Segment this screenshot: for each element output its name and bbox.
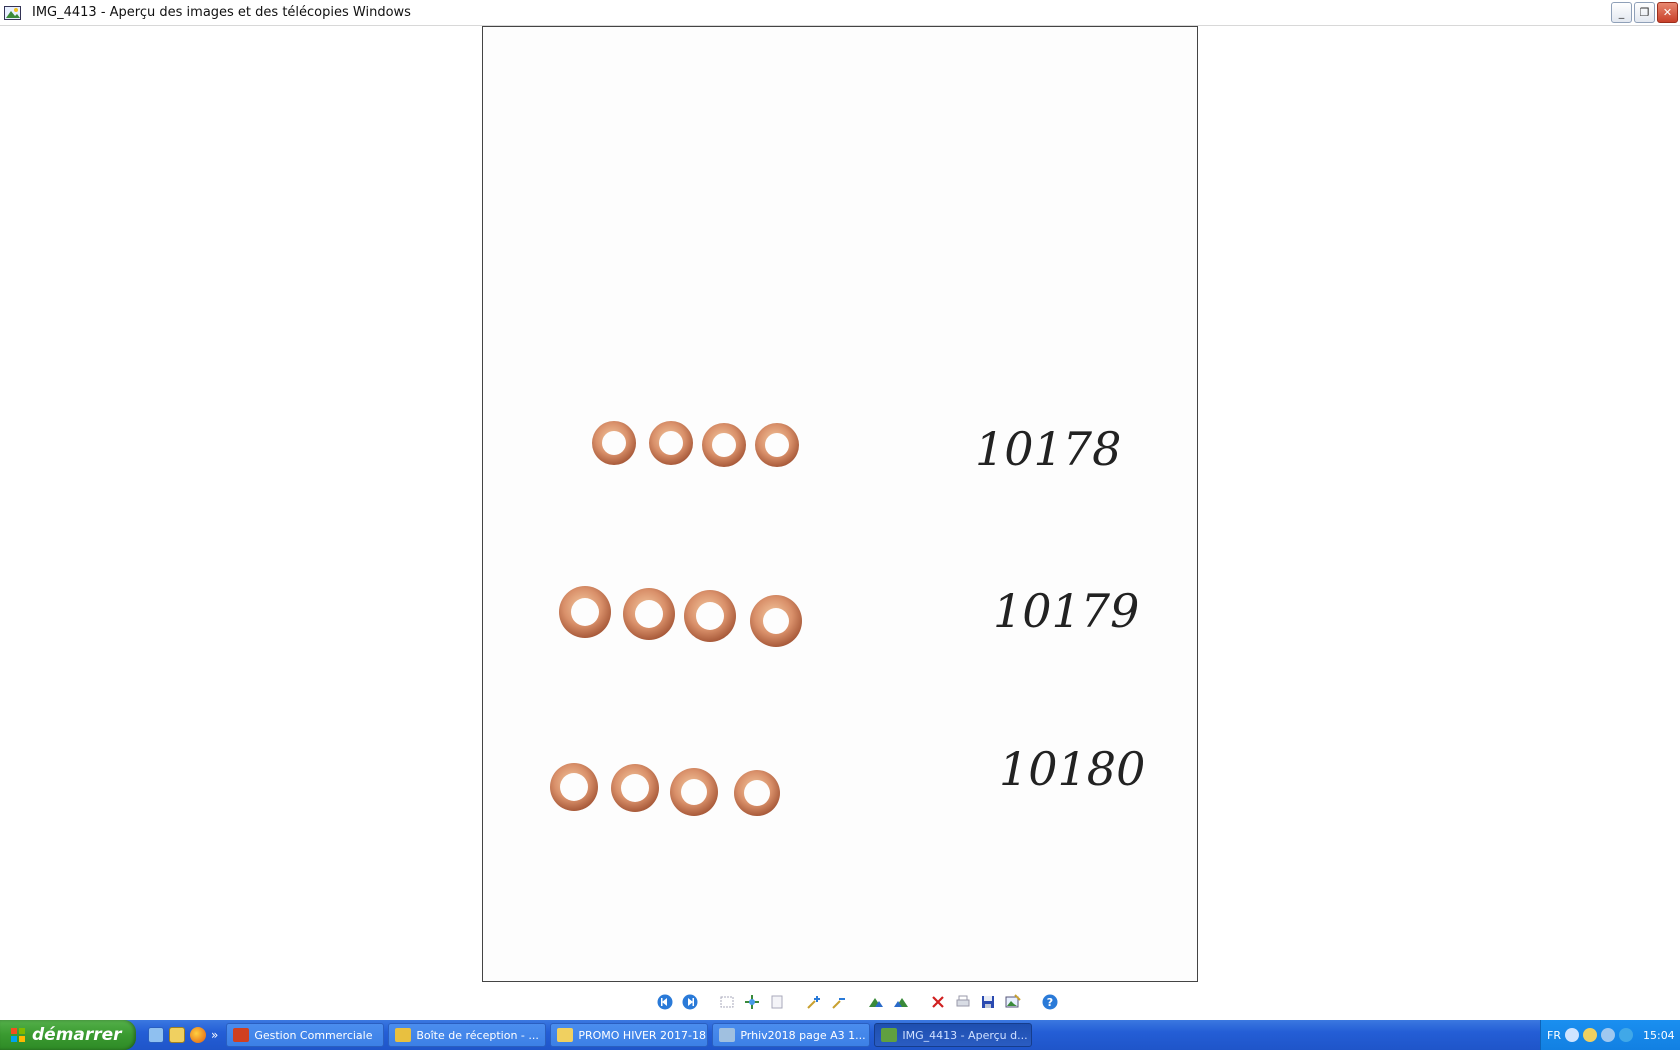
- toolbar-separator: [915, 992, 923, 1013]
- zoom-out-icon[interactable]: [828, 992, 849, 1013]
- actual-size-icon[interactable]: [741, 992, 762, 1013]
- toolbar-separator: [791, 992, 799, 1013]
- handwritten-label-3: 10180: [999, 742, 1145, 796]
- task-gestion-commerciale[interactable]: Gestion Commerciale: [226, 1023, 385, 1047]
- title-bar: IMG_4413 - Aperçu des images et des télé…: [0, 0, 1680, 26]
- app-icon: [233, 1028, 250, 1042]
- help-icon[interactable]: ?: [1039, 992, 1060, 1013]
- open-editor-icon[interactable]: [1002, 992, 1023, 1013]
- minimize-button[interactable]: _: [1611, 2, 1632, 23]
- toolbar-separator: [704, 992, 712, 1013]
- quick-launch-more-icon[interactable]: »: [211, 1028, 218, 1042]
- internet-explorer-icon[interactable]: [1618, 1028, 1633, 1042]
- mail-icon[interactable]: [169, 1027, 185, 1043]
- rotate-clockwise-icon[interactable]: [865, 992, 886, 1013]
- mail-notify-icon[interactable]: [1582, 1028, 1597, 1042]
- image-viewer-icon: [4, 5, 22, 21]
- zoom-in-icon[interactable]: [803, 992, 824, 1013]
- photo-canvas: 10178 10179 10180: [550, 421, 1145, 816]
- previous-icon[interactable]: [654, 992, 675, 1013]
- toolbar-separator: [1027, 992, 1035, 1013]
- slideshow-icon[interactable]: [766, 992, 787, 1013]
- toolbar-separator: [853, 992, 861, 1013]
- mail-icon: [395, 1028, 412, 1042]
- washer-row-3: [550, 763, 780, 816]
- folder-icon: [557, 1028, 574, 1042]
- clock: 15:04: [1642, 1028, 1675, 1042]
- svg-text:?: ?: [1046, 996, 1052, 1009]
- window-controls: _ ❐ ✕: [1611, 2, 1678, 23]
- save-icon[interactable]: [977, 992, 998, 1013]
- task-mail-inbox[interactable]: Boîte de réception - ...: [388, 1023, 547, 1047]
- washer-row-1: [592, 421, 799, 467]
- image-icon: [719, 1028, 736, 1042]
- rotate-counterclockwise-icon[interactable]: [890, 992, 911, 1013]
- network-icon[interactable]: [1564, 1028, 1579, 1042]
- task-prhiv-image[interactable]: Prhiv2018 page A3 1...: [712, 1023, 871, 1047]
- washer-row-2: [559, 586, 802, 647]
- language-indicator[interactable]: FR: [1547, 1029, 1561, 1042]
- show-desktop-icon[interactable]: [148, 1027, 164, 1043]
- system-tray: FR 15:04: [1540, 1020, 1680, 1050]
- best-fit-icon[interactable]: [716, 992, 737, 1013]
- firefox-icon[interactable]: [190, 1027, 206, 1043]
- task-label: Gestion Commerciale: [254, 1028, 373, 1042]
- task-label: Prhiv2018 page A3 1...: [740, 1028, 866, 1042]
- handwritten-label-2: 10179: [993, 584, 1139, 638]
- task-image-viewer[interactable]: IMG_4413 - Aperçu d...: [874, 1023, 1033, 1047]
- task-label: Boîte de réception - ...: [416, 1028, 539, 1042]
- viewer-area: 10178 10179 10180 ?: [0, 26, 1680, 1016]
- next-icon[interactable]: [679, 992, 700, 1013]
- task-promo-folder[interactable]: PROMO HIVER 2017-18: [550, 1023, 709, 1047]
- handwritten-label-1: 10178: [975, 422, 1121, 476]
- close-button[interactable]: ✕: [1657, 2, 1678, 23]
- delete-icon[interactable]: [927, 992, 948, 1013]
- viewer-toolbar: ?: [654, 991, 1060, 1013]
- start-label: démarrer: [32, 1025, 122, 1045]
- task-label: IMG_4413 - Aperçu d...: [902, 1028, 1028, 1042]
- displayed-photo: 10178 10179 10180: [482, 26, 1198, 982]
- windows-flag-icon: [10, 1027, 26, 1043]
- display-icon[interactable]: [1600, 1028, 1615, 1042]
- restore-button[interactable]: ❐: [1634, 2, 1655, 23]
- task-label: PROMO HIVER 2017-18: [578, 1028, 707, 1042]
- taskbar: démarrer » Gestion Commerciale Boîte de …: [0, 1020, 1680, 1050]
- image-viewer-icon: [881, 1028, 898, 1042]
- print-icon[interactable]: [952, 992, 973, 1013]
- window-title: IMG_4413 - Aperçu des images et des télé…: [32, 5, 411, 20]
- start-button[interactable]: démarrer: [0, 1020, 136, 1050]
- quick-launch: »: [148, 1027, 218, 1043]
